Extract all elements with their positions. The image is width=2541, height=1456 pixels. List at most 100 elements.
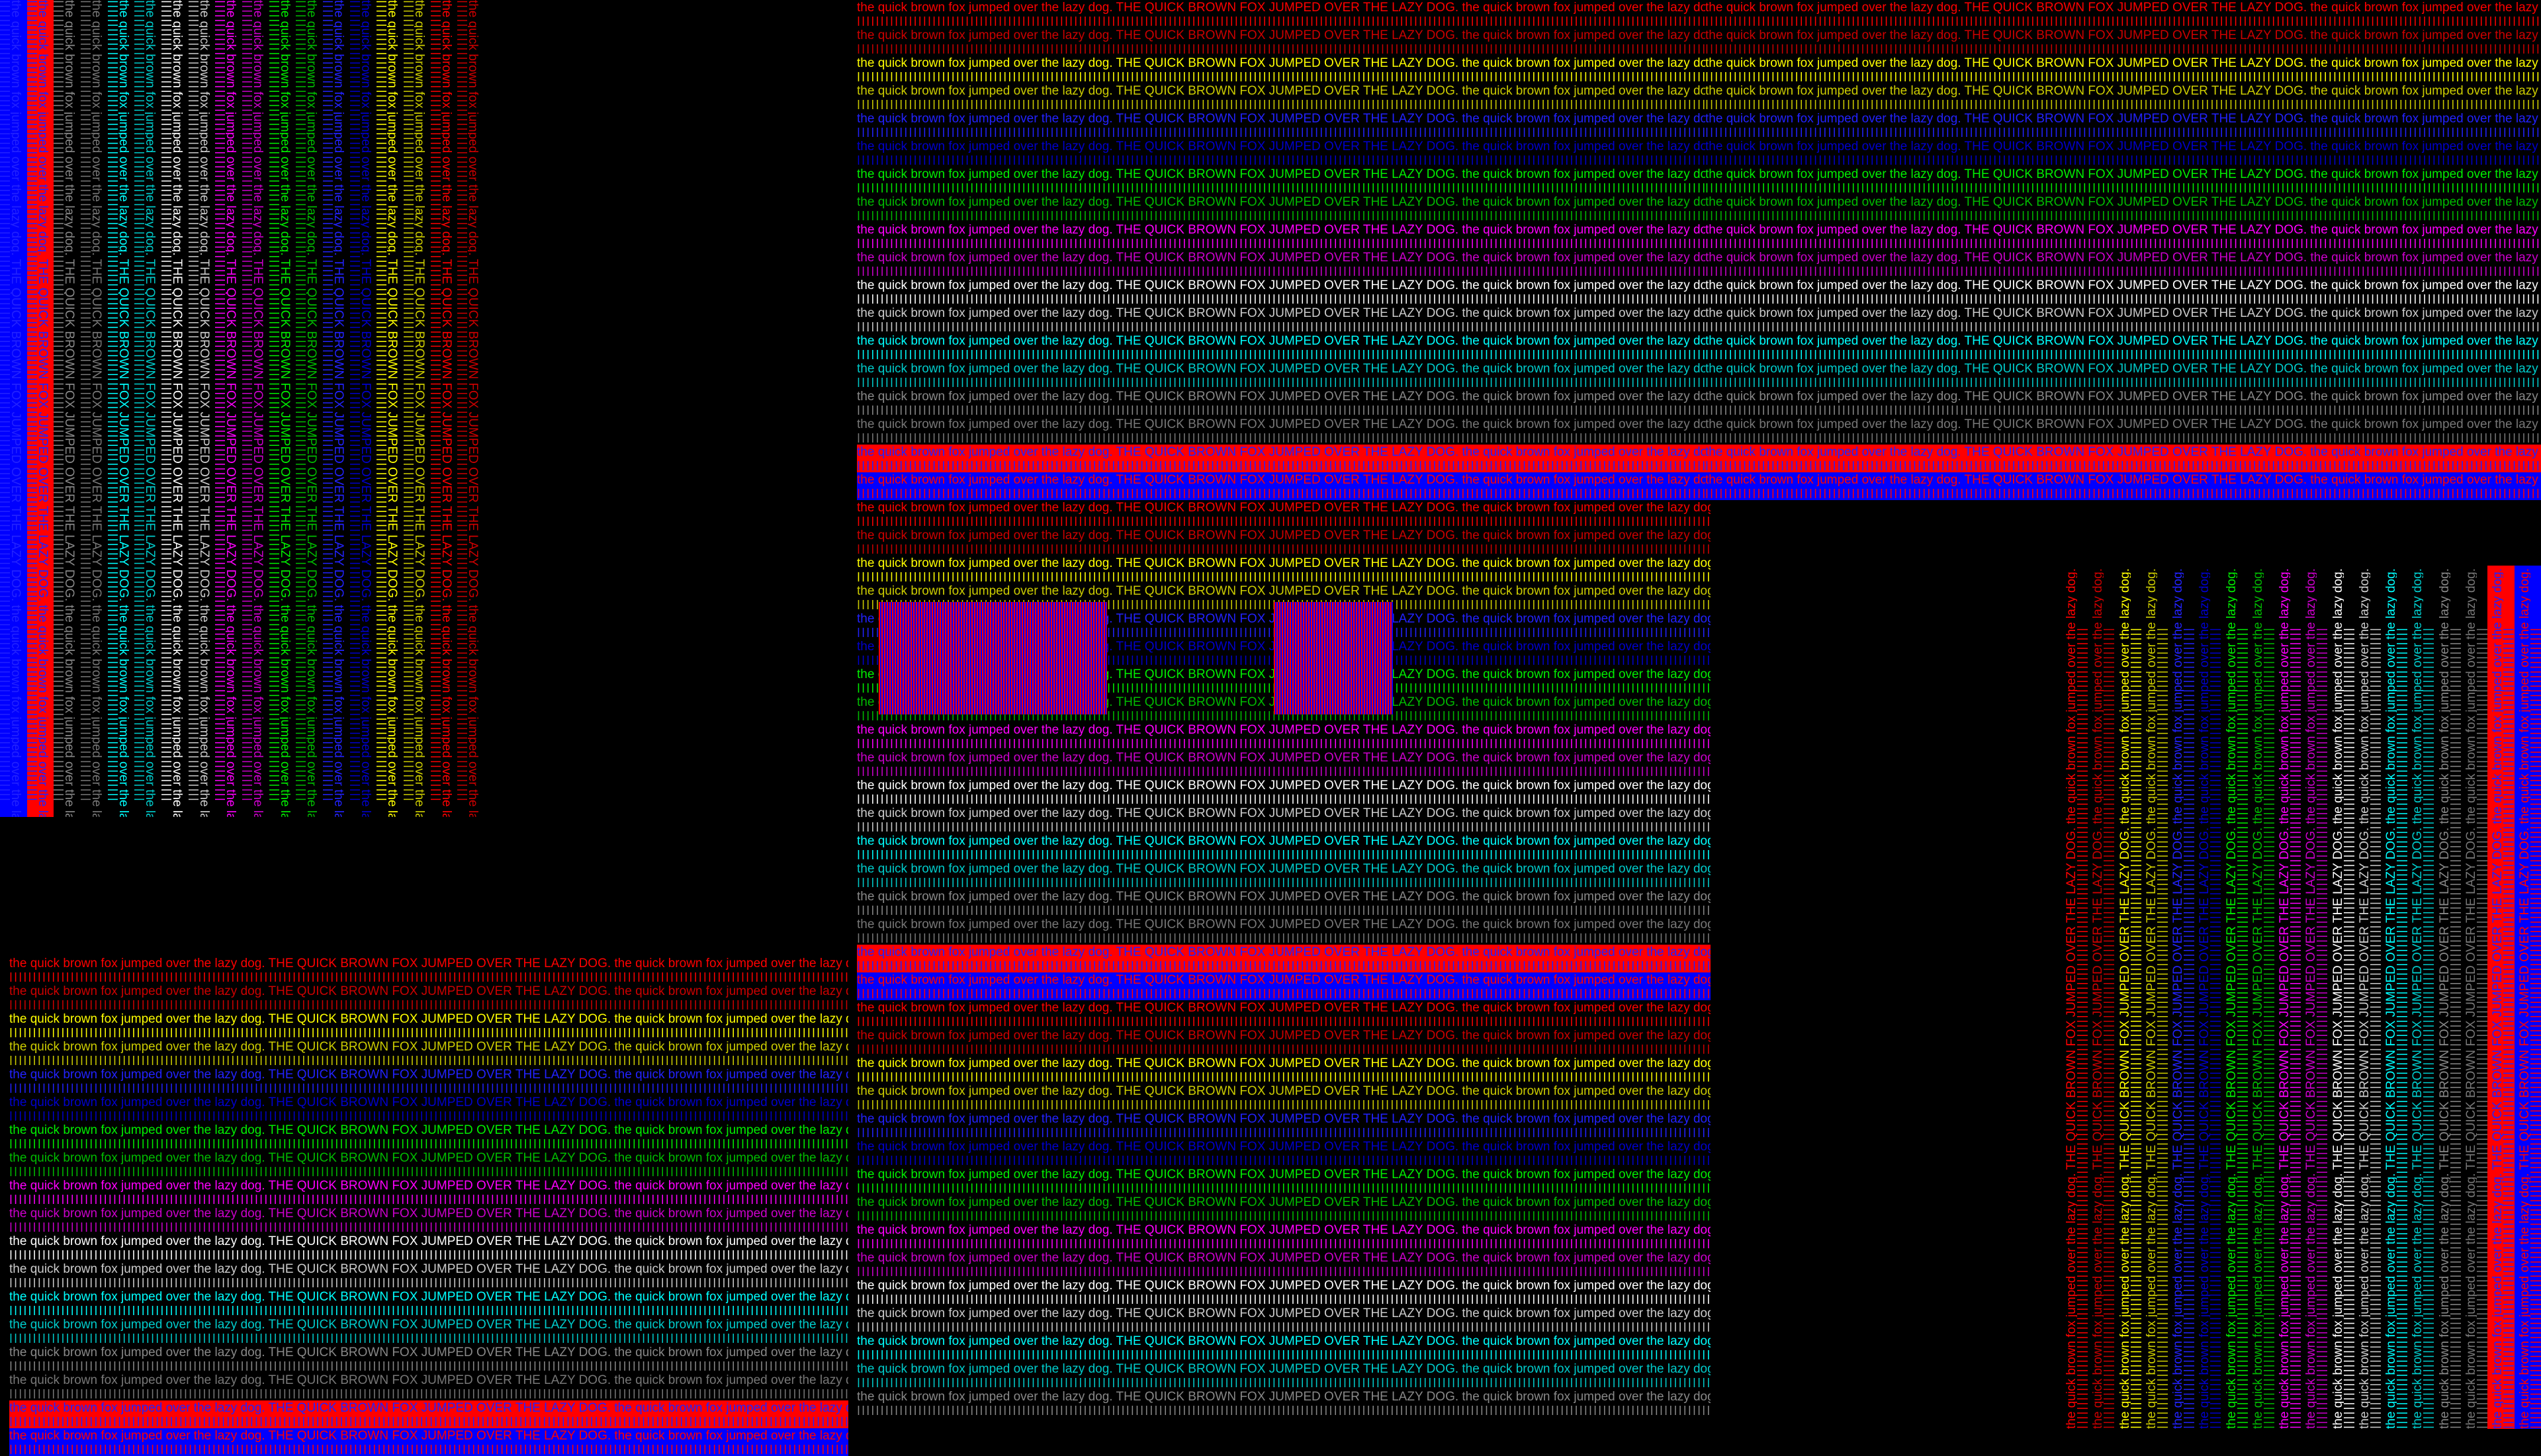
pipe-bar-column: ||||||||||||||||||||||||||||||||||||||||…	[2263, 626, 2274, 1429]
text-column: ||||||||||||||||||||||||||||||||||||||||…	[296, 0, 323, 817]
text-row: the quick brown fox jumped over the lazy…	[857, 1361, 1711, 1389]
pipe-bar-column: ||||||||||||||||||||||||||||||||||||||||…	[54, 0, 65, 803]
pipe-bar-line: ||||||||||||||||||||||||||||||||||||||||…	[857, 1156, 1711, 1165]
sample-text-line: the quick brown fox jumped over the lazy…	[857, 334, 1711, 348]
sample-text-line: the quick brown fox jumped over the lazy…	[857, 278, 1711, 292]
text-row: the quick brown fox jumped over the lazy…	[857, 806, 1711, 834]
text-column: the quick brown fox jumped over the lazy…	[2141, 566, 2168, 1429]
text-row: the quick brown fox jumped over the lazy…	[1705, 167, 2541, 194]
text-row: the quick brown fox jumped over the lazy…	[1705, 111, 2541, 139]
text-row: the quick brown fox jumped over the lazy…	[9, 956, 848, 984]
pipe-bar-line: ||||||||||||||||||||||||||||||||||||||||…	[857, 767, 1711, 776]
text-row: the quick brown fox jumped over the lazy…	[1705, 139, 2541, 167]
test-page-canvas: ||||||||||||||||||||||||||||||||||||||||…	[0, 0, 2541, 1456]
text-column: the quick brown fox jumped over the lazy…	[2460, 566, 2488, 1429]
sample-text-column: the quick brown fox jumped over the lazy…	[145, 0, 161, 817]
pipe-bar-line: ||||||||||||||||||||||||||||||||||||||||…	[857, 378, 1711, 387]
sample-text-line: the quick brown fox jumped over the lazy…	[9, 1262, 848, 1276]
text-row: the quick brown fox jumped over the lazy…	[1705, 389, 2541, 417]
sample-text-column: the quick brown fox jumped over the lazy…	[91, 0, 107, 817]
pipe-bar-line: ||||||||||||||||||||||||||||||||||||||||…	[857, 1267, 1711, 1276]
sample-text-line: the quick brown fox jumped over the lazy…	[857, 945, 1711, 959]
pipe-bar-line: ||||||||||||||||||||||||||||||||||||||||…	[1705, 322, 2541, 331]
text-row: the quick brown fox jumped over the lazy…	[857, 1278, 1711, 1306]
text-row: the quick brown fox jumped over the lazy…	[9, 1317, 848, 1345]
text-column: ||||||||||||||||||||||||||||||||||||||||…	[188, 0, 216, 817]
sample-text-column: the quick brown fox jumped over the lazy…	[2221, 566, 2237, 1429]
sample-text-line: the quick brown fox jumped over the lazy…	[857, 1140, 1711, 1154]
text-row: the quick brown fox jumped over the lazy…	[857, 472, 1711, 500]
text-row: the quick brown fox jumped over the lazy…	[857, 445, 1711, 472]
pipe-bar-column: ||||||||||||||||||||||||||||||||||||||||…	[457, 0, 468, 803]
sample-text-line: the quick brown fox jumped over the lazy…	[857, 501, 1711, 515]
sample-text-column: the quick brown fox jumped over the lazy…	[441, 0, 457, 817]
text-row: the quick brown fox jumped over the lazy…	[857, 1222, 1711, 1250]
pipe-bar-line: ||||||||||||||||||||||||||||||||||||||||…	[857, 433, 1711, 443]
sample-text-column: the quick brown fox jumped over the lazy…	[38, 0, 54, 817]
pipe-bar-column: ||||||||||||||||||||||||||||||||||||||||…	[403, 0, 414, 803]
sample-text-line: the quick brown fox jumped over the lazy…	[857, 918, 1711, 931]
pipe-bar-line: ||||||||||||||||||||||||||||||||||||||||…	[857, 989, 1711, 998]
text-row: the quick brown fox jumped over the lazy…	[857, 111, 1711, 139]
sample-text-line: the quick brown fox jumped over the lazy…	[857, 417, 1711, 431]
sample-text-line: the quick brown fox jumped over the lazy…	[857, 1223, 1711, 1237]
sample-text-line: the quick brown fox jumped over the lazy…	[857, 862, 1711, 876]
pipe-bar-column: ||||||||||||||||||||||||||||||||||||||||…	[134, 0, 146, 803]
pipe-bar-line: ||||||||||||||||||||||||||||||||||||||||…	[1705, 461, 2541, 470]
text-row: the quick brown fox jumped over the lazy…	[857, 834, 1711, 861]
sample-text-column: the quick brown fox jumped over the lazy…	[64, 0, 80, 817]
sample-text-line: the quick brown fox jumped over the lazy…	[9, 1234, 848, 1248]
pipe-bar-line: ||||||||||||||||||||||||||||||||||||||||…	[9, 1389, 848, 1398]
pipe-bar-column: ||||||||||||||||||||||||||||||||||||||||…	[2503, 626, 2515, 1429]
text-row: the quick brown fox jumped over the lazy…	[9, 1150, 848, 1178]
pipe-bar-line: ||||||||||||||||||||||||||||||||||||||||…	[857, 1378, 1711, 1387]
pipe-bar-line: ||||||||||||||||||||||||||||||||||||||||…	[9, 1306, 848, 1315]
sample-text-column: the quick brown fox jumped over the lazy…	[2487, 566, 2503, 1429]
sample-text-line: the quick brown fox jumped over the lazy…	[9, 1318, 848, 1332]
sample-text-line: the quick brown fox jumped over the lazy…	[857, 1112, 1711, 1126]
text-column: ||||||||||||||||||||||||||||||||||||||||…	[26, 0, 54, 817]
text-column: the quick brown fox jumped over the lazy…	[2487, 566, 2515, 1429]
sample-text-line: the quick brown fox jumped over the lazy…	[9, 1373, 848, 1387]
text-row: the quick brown fox jumped over the lazy…	[1705, 306, 2541, 333]
pipe-bar-line: ||||||||||||||||||||||||||||||||||||||||…	[9, 1445, 848, 1454]
middle-horizontal-rows-block: the quick brown fox jumped over the lazy…	[857, 0, 1711, 1429]
pipe-bar-line: ||||||||||||||||||||||||||||||||||||||||…	[857, 961, 1711, 970]
text-row: the quick brown fox jumped over the lazy…	[1705, 445, 2541, 472]
text-row: the quick brown fox jumped over the lazy…	[857, 1000, 1711, 1028]
sample-text-line: the quick brown fox jumped over the lazy…	[1705, 112, 2541, 126]
pipe-bar-line: ||||||||||||||||||||||||||||||||||||||||…	[857, 906, 1711, 915]
right-horizontal-rows-block: the quick brown fox jumped over the lazy…	[1705, 0, 2541, 500]
pipe-bar-line: ||||||||||||||||||||||||||||||||||||||||…	[857, 878, 1711, 887]
text-row: the quick brown fox jumped over the lazy…	[857, 167, 1711, 194]
sample-text-line: the quick brown fox jumped over the lazy…	[857, 1390, 1711, 1404]
pipe-bar-line: ||||||||||||||||||||||||||||||||||||||||…	[9, 972, 848, 982]
bottom-left-horizontal-rows-block: the quick brown fox jumped over the lazy…	[9, 956, 848, 1456]
sample-text-line: the quick brown fox jumped over the lazy…	[1705, 473, 2541, 487]
sample-text-line: the quick brown fox jumped over the lazy…	[1705, 251, 2541, 265]
text-row: the quick brown fox jumped over the lazy…	[857, 28, 1711, 56]
text-row: the quick brown fox jumped over the lazy…	[9, 1289, 848, 1317]
text-column: ||||||||||||||||||||||||||||||||||||||||…	[80, 0, 108, 817]
sample-text-line: the quick brown fox jumped over the lazy…	[1705, 223, 2541, 237]
pipe-bar-line: ||||||||||||||||||||||||||||||||||||||||…	[857, 1322, 1711, 1332]
text-row: the quick brown fox jumped over the lazy…	[857, 1028, 1711, 1056]
text-column: ||||||||||||||||||||||||||||||||||||||||…	[0, 0, 27, 817]
pipe-bar-line: ||||||||||||||||||||||||||||||||||||||||…	[9, 1417, 848, 1426]
sample-text-line: the quick brown fox jumped over the lazy…	[857, 445, 1711, 459]
pipe-bar-line: ||||||||||||||||||||||||||||||||||||||||…	[857, 406, 1711, 415]
pipe-bar-line: ||||||||||||||||||||||||||||||||||||||||…	[857, 1350, 1711, 1359]
text-column: ||||||||||||||||||||||||||||||||||||||||…	[430, 0, 458, 817]
pipe-bar-line: ||||||||||||||||||||||||||||||||||||||||…	[1705, 183, 2541, 193]
text-row: the quick brown fox jumped over the lazy…	[1705, 361, 2541, 389]
pipe-bar-column: ||||||||||||||||||||||||||||||||||||||||…	[2184, 626, 2195, 1429]
text-column: ||||||||||||||||||||||||||||||||||||||||…	[134, 0, 161, 817]
text-row: the quick brown fox jumped over the lazy…	[857, 139, 1711, 167]
sample-text-column: the quick brown fox jumped over the lazy…	[2381, 566, 2397, 1429]
sample-text-line: the quick brown fox jumped over the lazy…	[9, 1012, 848, 1026]
text-row: the quick brown fox jumped over the lazy…	[857, 917, 1711, 945]
pipe-bar-line: ||||||||||||||||||||||||||||||||||||||||…	[857, 517, 1711, 526]
pipe-bar-line: ||||||||||||||||||||||||||||||||||||||||…	[857, 294, 1711, 304]
pipe-bar-line: ||||||||||||||||||||||||||||||||||||||||…	[1705, 128, 2541, 137]
text-column: the quick brown fox jumped over the lazy…	[2327, 566, 2354, 1429]
